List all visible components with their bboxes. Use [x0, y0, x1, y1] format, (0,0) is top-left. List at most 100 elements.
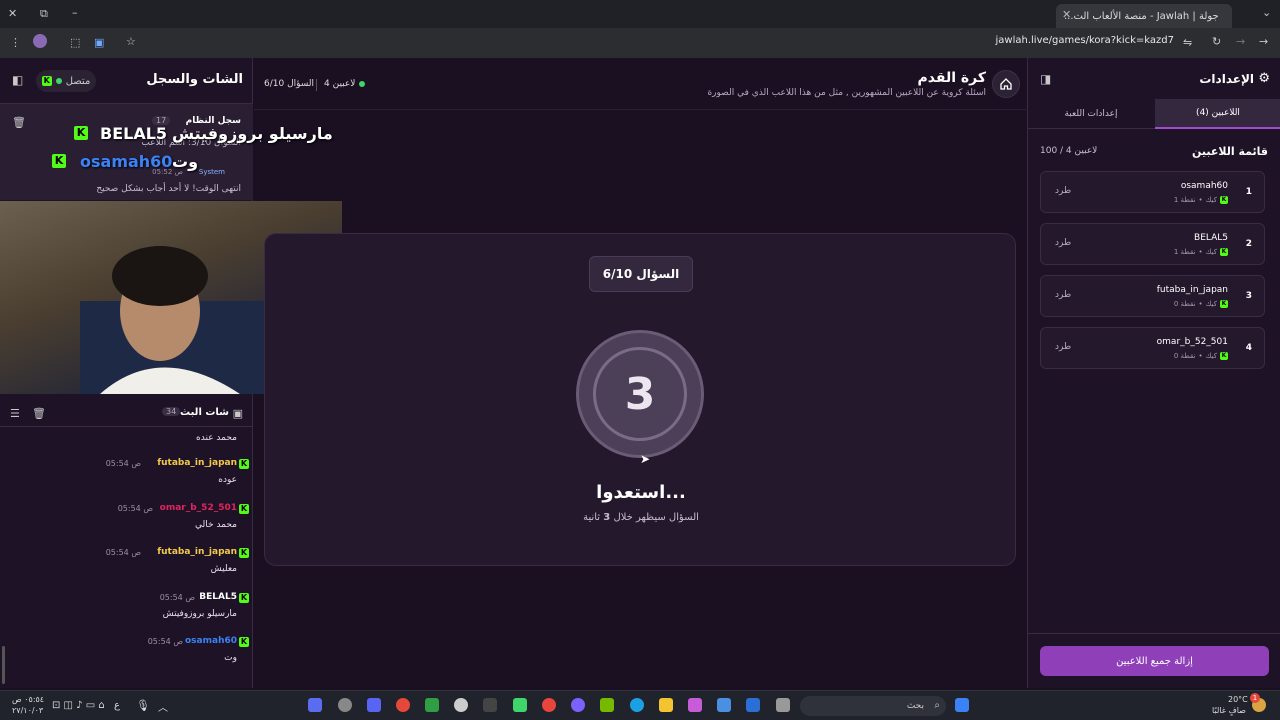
overlay-message: مارسيلو بروزوفيتش: [172, 124, 333, 143]
kick-player-button[interactable]: طرد: [1055, 342, 1071, 352]
player-name: omar_b_52_501: [1156, 337, 1228, 347]
clock-date[interactable]: ٢٧/١٠/٠٣: [12, 706, 43, 715]
message-username[interactable]: BELAL5: [199, 592, 237, 602]
tab-search-icon[interactable]: ⌄: [1262, 6, 1271, 19]
mouse-cursor-icon: ➤: [640, 452, 651, 466]
delete-chat-icon[interactable]: 🗑: [32, 407, 46, 420]
kick-icon: K: [239, 637, 249, 647]
steam-icon[interactable]: [454, 698, 468, 712]
kick-player-button[interactable]: طرد: [1055, 290, 1071, 300]
minimize-icon[interactable]: ✕: [8, 7, 17, 20]
minimize-window-icon[interactable]: –: [72, 6, 78, 19]
align-icon[interactable]: ☰: [10, 407, 20, 420]
collapse-panel-icon[interactable]: ◧: [12, 73, 23, 87]
overlay-message: وت: [172, 152, 199, 171]
discord-icon[interactable]: [367, 698, 381, 712]
stream-chat-list: محمد عنده futaba_in_japan K 05:54 ص عوده oma…: [0, 428, 253, 688]
site-settings-icon[interactable]: ⇋: [1183, 36, 1192, 49]
windows-start-icon[interactable]: [955, 698, 969, 712]
player-number: 1: [1245, 187, 1252, 197]
players-online: 4 لاعبين: [324, 79, 366, 89]
countdown-message: السؤال سيظهر خلال 3 ثانية: [265, 512, 1017, 523]
kick-icon: K: [74, 126, 88, 140]
player-platform: كيك: [1205, 196, 1217, 204]
nvidia-icon[interactable]: [600, 698, 614, 712]
player-points: 0 نقطة: [1173, 352, 1196, 360]
tray-overflow-icon[interactable]: ︿: [158, 699, 168, 714]
clock-time[interactable]: ٠٥:٥٤ ص: [12, 695, 44, 704]
player-list-title: قائمة اللاعبين: [1192, 145, 1268, 158]
stream-chat-header: ☰ 🗑 34 شات البث ▣: [0, 401, 253, 427]
kick-icon: K: [1220, 300, 1228, 308]
player-name: BELAL5: [1194, 233, 1228, 243]
app-icon[interactable]: [571, 698, 585, 712]
settings-panel: ◨ الإعدادات ⚙ اللاعبين (4) إعدادات اللعب…: [1027, 58, 1280, 688]
extensions-icon[interactable]: ⬚: [70, 36, 80, 49]
stream-chat-title: شات البث: [180, 407, 229, 418]
player-points: 1 نقطة: [1173, 248, 1196, 256]
delete-log-icon[interactable]: 🗑: [12, 116, 26, 129]
reload-icon[interactable]: ↻: [1212, 35, 1221, 48]
message-time: 05:54 ص: [147, 637, 183, 646]
tab-players[interactable]: اللاعبين (4): [1155, 99, 1280, 129]
kick-player-button[interactable]: طرد: [1055, 186, 1071, 196]
kick-icon: K: [52, 154, 66, 168]
collapse-settings-icon[interactable]: ◨: [1040, 72, 1051, 86]
app-icon[interactable]: [308, 698, 322, 712]
app-icon[interactable]: [483, 698, 497, 712]
url-text[interactable]: jawlah.live/games/kora?kick=kazd7: [996, 35, 1175, 46]
kick-icon: K: [1220, 196, 1228, 204]
kick-player-button[interactable]: طرد: [1055, 238, 1071, 248]
countdown-prefix: السؤال سيظهر خلال: [613, 512, 699, 523]
home-button[interactable]: [992, 70, 1020, 98]
app-icon[interactable]: [396, 698, 410, 712]
restore-icon[interactable]: ⧉: [40, 7, 48, 21]
browser-tab[interactable]: ✕ جولة | Jawlah - منصة الألعاب الت...: [1056, 4, 1232, 28]
profile-avatar[interactable]: [33, 34, 47, 48]
player-points: 0 نقطة: [1173, 300, 1196, 308]
player-card: 1 osamah60 1 نقطة • كيك K طرد: [1040, 171, 1265, 213]
remove-all-players-button[interactable]: إزالة جميع اللاعبين: [1040, 646, 1269, 676]
players-online-label: 4 لاعبين: [324, 79, 356, 89]
language-indicator[interactable]: ع: [114, 700, 120, 711]
scrollbar[interactable]: [2, 646, 5, 684]
menu-icon[interactable]: ⋮: [10, 36, 21, 49]
copilot-icon[interactable]: [688, 698, 702, 712]
store-icon[interactable]: [717, 698, 731, 712]
message-username[interactable]: omar_b_52_501: [160, 503, 237, 513]
player-meta: 1 نقطة • كيك K: [1174, 196, 1228, 204]
kick-icon: K: [239, 592, 249, 603]
message-username[interactable]: futaba_in_japan: [157, 458, 237, 468]
bookmark-star-icon[interactable]: ☆: [126, 35, 136, 48]
taskbar-search[interactable]: بحث ⌕: [800, 696, 946, 716]
chrome-icon[interactable]: [542, 698, 556, 712]
message-text: محمد عنده: [196, 433, 237, 443]
app-icon[interactable]: [338, 698, 352, 712]
system-log-line: انتهى الوقت! لا أحد أجاب بشكل صحيح: [96, 184, 241, 194]
message-text: مارسيلو بروزوفيتش: [162, 608, 237, 619]
weather-description[interactable]: صافٍ غالبًا: [1212, 706, 1246, 715]
tray-icons[interactable]: ⊡ ◫ ♪ ▭ ⌂: [52, 700, 105, 711]
countdown-seconds: 3: [603, 512, 611, 523]
xbox-icon[interactable]: [425, 698, 439, 712]
edge-icon[interactable]: [630, 698, 644, 712]
app-icon[interactable]: [776, 698, 790, 712]
weather-temp[interactable]: 20°C: [1228, 695, 1248, 704]
overlay-user: osamah60: [80, 152, 173, 171]
player-name: osamah60: [1180, 181, 1228, 191]
message-username[interactable]: futaba_in_japan: [157, 547, 237, 557]
back-icon[interactable]: →: [1259, 35, 1268, 48]
file-explorer-icon[interactable]: [659, 698, 673, 712]
app-icon[interactable]: [513, 698, 527, 712]
microphone-icon[interactable]: 🎙: [136, 699, 150, 712]
forward-icon[interactable]: →: [1236, 35, 1245, 48]
player-list-count: 100 / 4 لاعبين: [1040, 146, 1098, 156]
message-time: 05:54 ص: [105, 459, 141, 468]
message-text: محمد خالي: [195, 519, 237, 530]
translate-icon[interactable]: ▣: [94, 36, 104, 49]
close-tab-icon[interactable]: ✕: [1062, 8, 1071, 21]
settings-tabs: اللاعبين (4) إعدادات اللعبة: [1028, 99, 1280, 129]
tab-game-settings[interactable]: إعدادات اللعبة: [1028, 99, 1154, 129]
outlook-icon[interactable]: [746, 698, 760, 712]
message-username[interactable]: osamah60: [185, 636, 237, 646]
